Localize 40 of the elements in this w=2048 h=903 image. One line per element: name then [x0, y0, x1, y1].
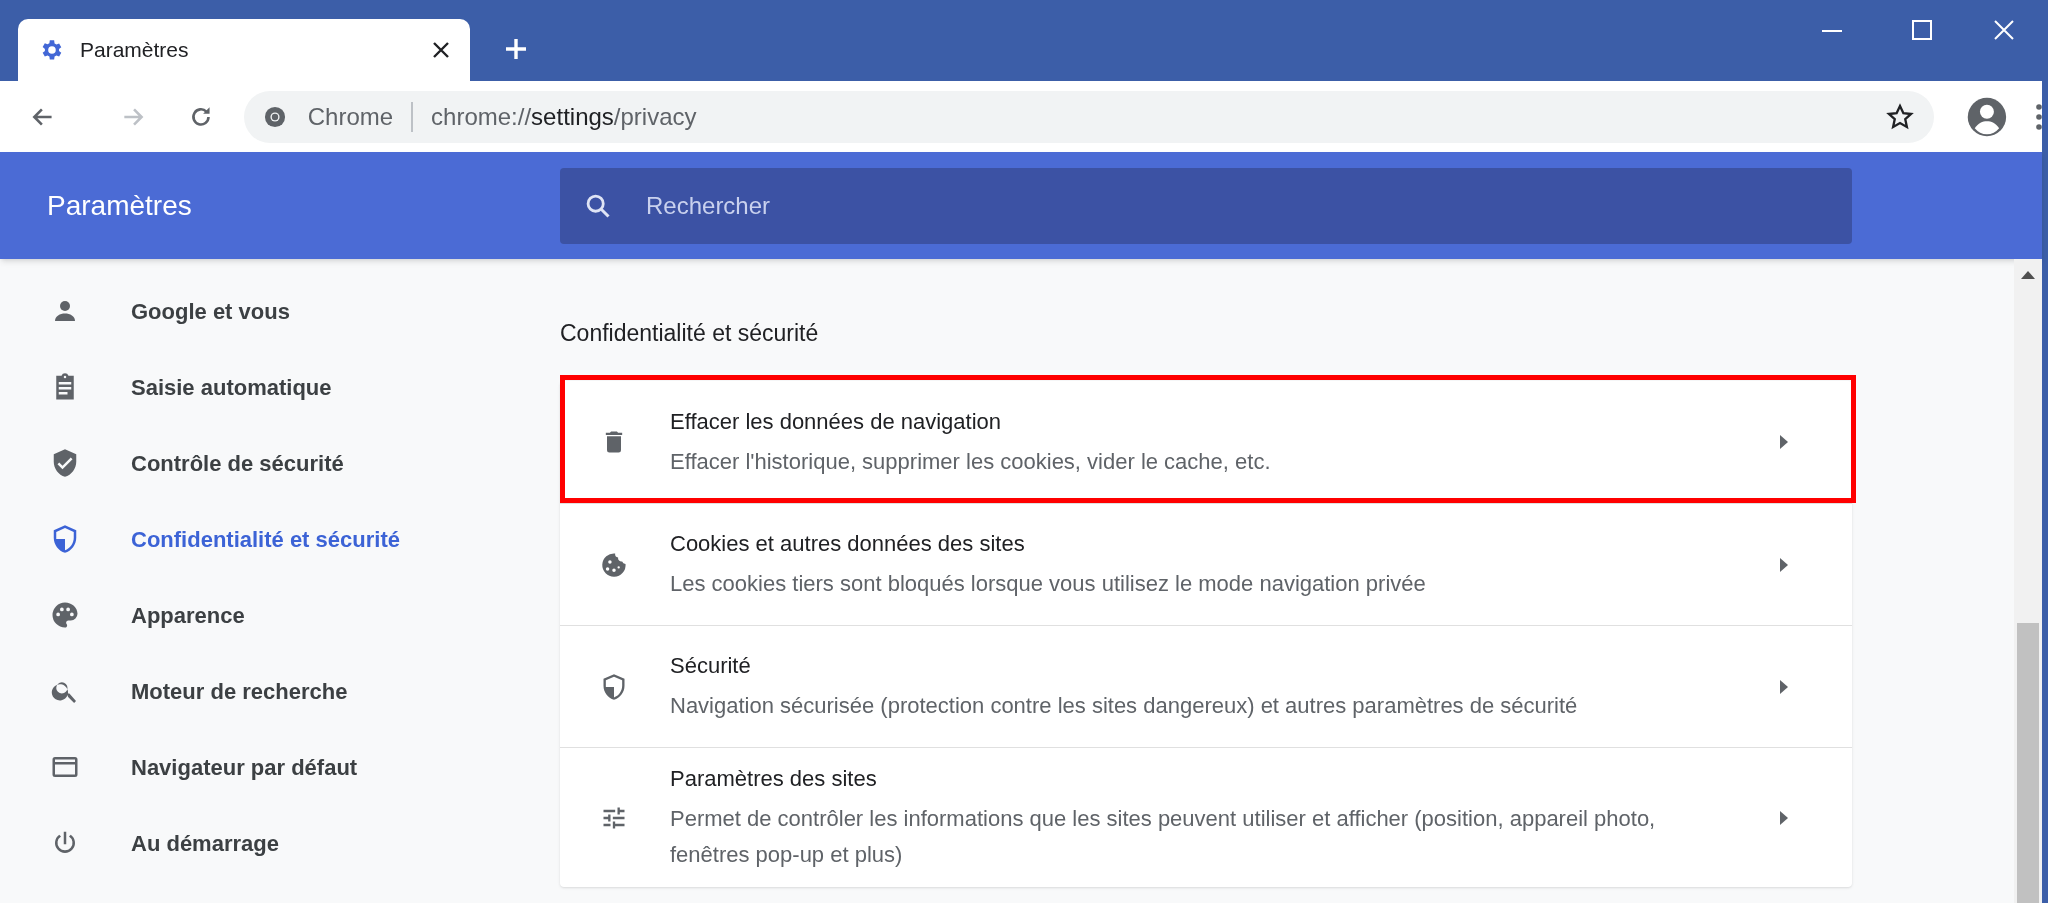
row-description: Permet de contrôler les informations que les sites peuvent utiliser et afficher (position, appareil photo, fenêtres pop-up et plus)	[670, 805, 1657, 869]
row-description: Les cookies tiers sont bloqués lorsque vous utilisez le mode navigation privée	[670, 570, 1427, 598]
menu-icon[interactable]	[2036, 103, 2042, 130]
cookie-icon	[600, 550, 628, 579]
site-label: Chrome	[307, 101, 394, 132]
sidebar-item[interactable]: Moteur de recherche	[131, 674, 348, 708]
caret-icon[interactable]	[1780, 679, 1788, 694]
sidebar-item[interactable]: Saisie automatique	[131, 370, 332, 404]
search-field[interactable]: Rechercher	[560, 167, 1852, 244]
sidebar-item[interactable]: Confidentialité et sécurité	[131, 522, 400, 556]
row-title[interactable]: Effacer les données de navigation	[670, 404, 1780, 438]
scrollbar[interactable]	[2014, 259, 2042, 903]
new-tab-icon[interactable]	[504, 37, 528, 61]
sidebar-item[interactable]: Navigateur par défaut	[131, 750, 358, 784]
page-title: Paramètres	[47, 188, 193, 223]
palette-icon	[50, 600, 80, 630]
row-title[interactable]: Cookies et autres données des sites	[670, 527, 1780, 560]
tab-title: Paramètres	[80, 37, 190, 64]
scroll-up-icon[interactable]	[2021, 271, 2035, 279]
maximize-icon[interactable]	[1912, 20, 1932, 40]
sidebar-item[interactable]: Apparence	[131, 598, 245, 632]
scrollbar-thumb[interactable]	[2017, 623, 2039, 903]
caret-icon[interactable]	[1780, 435, 1788, 449]
section-title: Confidentialité et sécurité	[560, 321, 820, 345]
profile-icon[interactable]	[1966, 95, 2008, 138]
url-text: chrome://settings/privacy	[431, 101, 698, 132]
sidebar-item[interactable]: Google et vous	[131, 294, 290, 328]
address-bar[interactable]: Chrome chrome://settings/privacy	[243, 90, 1935, 143]
row-title[interactable]: Sécurité	[670, 649, 1780, 682]
row-title[interactable]: Paramètres des sites	[670, 762, 1780, 795]
sidebar-item[interactable]: Contrôle de sécurité	[131, 446, 344, 480]
close-window-icon[interactable]	[1994, 20, 2014, 40]
close-icon[interactable]	[432, 41, 450, 59]
row-description: Navigation sécurisée (protection contre les sites dangereux) et autres paramètres de sécurité	[670, 692, 1579, 720]
star-icon[interactable]	[1886, 102, 1915, 131]
caret-icon[interactable]	[1780, 557, 1788, 572]
row-description: Effacer l'historique, supprimer les cookies, vider le cache, etc.	[670, 447, 1272, 476]
sidebar-item[interactable]: Au démarrage	[131, 826, 279, 860]
caret-icon[interactable]	[1780, 810, 1788, 825]
browser-tab[interactable]: Paramètres	[18, 19, 470, 81]
